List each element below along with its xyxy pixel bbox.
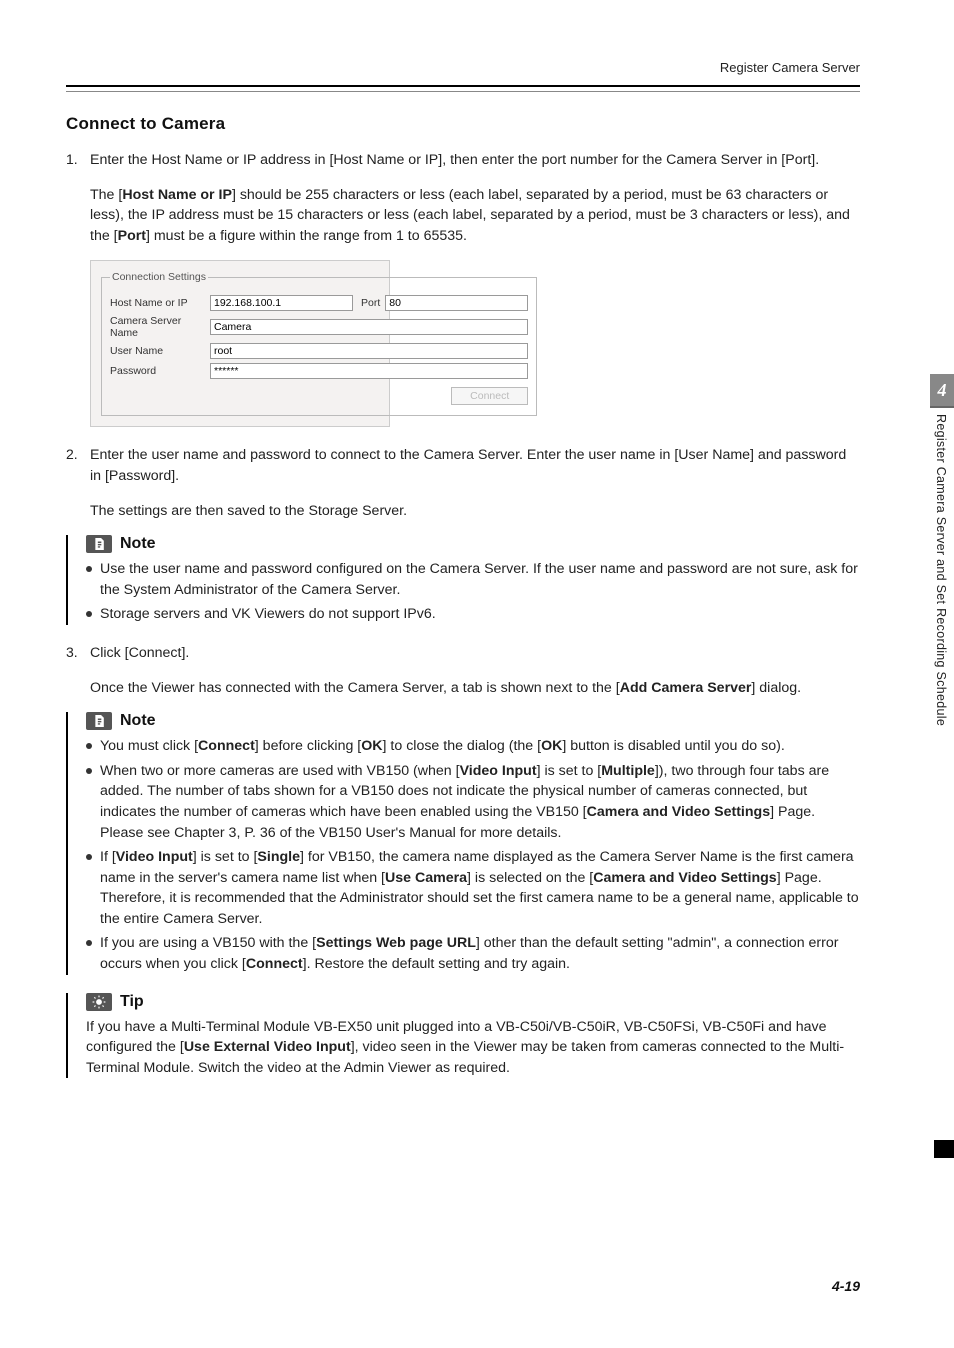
list-item: When two or more cameras are used with V…	[86, 761, 860, 843]
video-input-bold: Video Input	[460, 763, 537, 779]
section-title: Connect to Camera	[66, 114, 860, 134]
step-2: 2. Enter the user name and password to c…	[66, 445, 860, 486]
list-item: If [Video Input] is set to [Single] for …	[86, 847, 860, 929]
connection-settings-fieldset: Connection Settings Host Name or IP Port…	[101, 271, 537, 416]
text: When two or more cameras are used with V…	[100, 763, 460, 779]
note-list: You must click [Connect] before clicking…	[86, 736, 860, 975]
callout-title: Tip	[120, 993, 144, 1011]
connect-bold: Connect	[198, 738, 255, 754]
settings-url-bold: Settings Web page URL	[316, 935, 476, 951]
side-tab: 4 Register Camera Server and Set Recordi…	[930, 374, 954, 732]
step-3: 3. Click [Connect].	[66, 643, 860, 664]
note-list: Use the user name and password configure…	[86, 559, 860, 625]
text: If [	[100, 849, 116, 865]
host-row: Host Name or IP Port	[110, 295, 528, 311]
user-input[interactable]	[210, 343, 528, 359]
user-row: User Name	[110, 343, 528, 359]
text: ] button is disabled until you do so).	[562, 738, 784, 754]
callout-title: Note	[120, 712, 156, 730]
list-item: If you are using a VB150 with the [Setti…	[86, 933, 860, 974]
text: ] must be a figure within the range from…	[146, 228, 467, 244]
rule-thick	[66, 85, 860, 87]
port-input[interactable]	[385, 295, 528, 311]
text: You must click [	[100, 738, 198, 754]
text: ] to close the dialog (the [	[383, 738, 542, 754]
step-text: Click [Connect].	[90, 643, 860, 664]
text: ] is set to [	[537, 763, 602, 779]
step-1: 1. Enter the Host Name or IP address in …	[66, 150, 860, 171]
multiple-bold: Multiple	[601, 763, 655, 779]
chapter-text: Register Camera Server and Set Recording…	[930, 408, 952, 732]
server-label: Camera Server Name	[110, 315, 210, 339]
tip-body: If you have a Multi-Terminal Module VB-E…	[86, 1017, 860, 1079]
password-row: Password	[110, 363, 528, 379]
callout-head: Note	[86, 535, 860, 553]
text: ]. Restore the default setting and try a…	[303, 956, 570, 972]
host-label: Host Name or IP	[110, 297, 210, 309]
connect-bold: Connect	[246, 956, 303, 972]
text: ] before clicking [	[255, 738, 361, 754]
single-bold: Single	[257, 849, 300, 865]
step-text: Enter the user name and password to conn…	[90, 445, 860, 486]
password-label: Password	[110, 365, 210, 377]
content-area: Register Camera Server Connect to Camera…	[66, 60, 860, 1096]
text: ] dialog.	[751, 680, 801, 696]
text: ] is set to [	[193, 849, 258, 865]
list-item: Use the user name and password configure…	[86, 559, 860, 600]
step-number: 3.	[66, 643, 90, 664]
note-callout-2: Note You must click [Connect] before cli…	[66, 712, 860, 975]
list-item: You must click [Connect] before clicking…	[86, 736, 860, 757]
text: ] is selected on the [	[467, 870, 593, 886]
port-bold: Port	[118, 228, 146, 244]
step-text: Enter the Host Name or IP address in [Ho…	[90, 150, 860, 171]
side-thumb-marker	[934, 1140, 954, 1158]
button-row: Connect	[110, 387, 528, 405]
server-input[interactable]	[210, 319, 528, 335]
step-2-detail: The settings are then saved to the Stora…	[90, 501, 860, 522]
rule-thin	[66, 91, 860, 92]
server-row: Camera Server Name	[110, 315, 528, 339]
tip-icon	[86, 993, 112, 1011]
video-input-bold: Video Input	[116, 849, 193, 865]
step-number: 1.	[66, 150, 90, 171]
password-input[interactable]	[210, 363, 528, 379]
step-3-detail: Once the Viewer has connected with the C…	[90, 678, 860, 699]
use-external-video-input-bold: Use External Video Input	[184, 1039, 351, 1055]
callout-head: Tip	[86, 993, 860, 1011]
text: Once the Viewer has connected with the C…	[90, 680, 620, 696]
ok-bold: OK	[361, 738, 382, 754]
port-label: Port	[361, 297, 380, 309]
connect-button[interactable]: Connect	[451, 387, 528, 405]
add-camera-server-bold: Add Camera Server	[620, 680, 752, 696]
callout-title: Note	[120, 535, 156, 553]
user-label: User Name	[110, 345, 210, 357]
page-number: 4-19	[832, 1278, 860, 1294]
camera-video-settings-bold: Camera and Video Settings	[593, 870, 776, 886]
list-item: Storage servers and VK Viewers do not su…	[86, 604, 860, 625]
page-header-label: Register Camera Server	[66, 60, 860, 75]
tip-callout: Tip If you have a Multi-Terminal Module …	[66, 993, 860, 1079]
text: The [	[90, 187, 122, 203]
step-1-detail: The [Host Name or IP] should be 255 char…	[90, 185, 860, 247]
note-icon	[86, 712, 112, 730]
callout-head: Note	[86, 712, 860, 730]
text: If you are using a VB150 with the [	[100, 935, 316, 951]
note-icon	[86, 535, 112, 553]
host-name-or-ip-bold: Host Name or IP	[122, 187, 232, 203]
host-input[interactable]	[210, 295, 353, 311]
page: Register Camera Server Connect to Camera…	[0, 0, 954, 1348]
connection-settings-legend: Connection Settings	[110, 271, 208, 283]
chapter-number: 4	[930, 374, 954, 408]
ok-bold: OK	[541, 738, 562, 754]
step-number: 2.	[66, 445, 90, 486]
connection-settings-screenshot: Connection Settings Host Name or IP Port…	[90, 260, 390, 427]
note-callout-1: Note Use the user name and password conf…	[66, 535, 860, 625]
camera-video-settings-bold: Camera and Video Settings	[587, 804, 770, 820]
use-camera-bold: Use Camera	[385, 870, 467, 886]
